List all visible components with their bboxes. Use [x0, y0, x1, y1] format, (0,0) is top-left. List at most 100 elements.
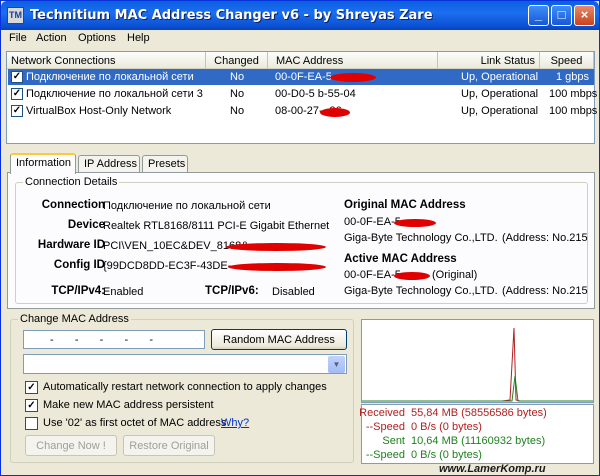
menu-help[interactable]: Help: [127, 32, 150, 44]
sent-spike: [362, 375, 593, 402]
connection-details-title: Connection Details: [23, 176, 120, 188]
auto-restart-checkbox[interactable]: ✓: [25, 381, 38, 394]
received-spike: [362, 327, 593, 402]
active-mac-suffix: (Original): [432, 269, 478, 281]
column-header-mac[interactable]: MAC Address: [268, 52, 438, 70]
use-02-label[interactable]: Use '02' as first octet of MAC address: [43, 417, 226, 429]
changed-value: No: [230, 105, 245, 117]
connection-name: VirtualBox Host-Only Network: [26, 105, 172, 117]
tab-presets[interactable]: Presets: [142, 155, 188, 173]
sent-speed-row: --Speed 0 B/s (0 bytes): [362, 449, 593, 462]
maximize-button[interactable]: □: [551, 5, 572, 26]
information-panel: Connection Details Connection Подключени…: [7, 172, 595, 309]
received-speed-value: 0 B/s (0 bytes): [411, 421, 482, 433]
mac-input-mask: - - - - -: [50, 334, 156, 346]
row-checkbox[interactable]: ✓: [11, 71, 23, 83]
device-label: Device: [67, 219, 105, 231]
menu-bar: File Action Options Help: [2, 30, 598, 48]
change-mac-title: Change MAC Address: [18, 313, 131, 325]
traffic-graph: [361, 319, 594, 403]
received-value: 55,84 MB (58556586 bytes): [411, 407, 547, 419]
sent-value: 10,64 MB (11160932 bytes): [411, 435, 546, 447]
column-header-connections[interactable]: Network Connections: [7, 52, 206, 70]
redaction-mark: [330, 73, 376, 82]
title-bar[interactable]: TM Technitium MAC Address Changer v6 - b…: [1, 1, 599, 30]
window-title: Technitium MAC Address Changer v6 - by S…: [30, 8, 433, 23]
sent-label: Sent: [382, 435, 405, 447]
device-value: Realtek RTL8168/8111 PCI-E Gigabit Ether…: [103, 220, 330, 232]
sent-speed-label: --Speed: [365, 449, 405, 461]
changed-value: No: [230, 88, 245, 100]
menu-action[interactable]: Action: [36, 32, 67, 44]
menu-file[interactable]: File: [9, 32, 27, 44]
minimize-button[interactable]: _: [528, 5, 549, 26]
app-window: TM Technitium MAC Address Changer v6 - b…: [0, 0, 600, 476]
row-checkbox[interactable]: ✓: [11, 105, 23, 117]
link-status-value: Up, Operational: [461, 105, 539, 117]
active-mac-title: Active MAC Address: [344, 253, 457, 265]
auto-restart-label[interactable]: Automatically restart network connection…: [43, 381, 327, 393]
traffic-graph-svg: [362, 327, 593, 402]
change-now-button[interactable]: Change Now !: [25, 435, 117, 456]
network-connections-list[interactable]: Network Connections Changed MAC Address …: [6, 51, 598, 144]
column-header-link-status[interactable]: Link Status: [438, 52, 540, 70]
column-header-changed[interactable]: Changed: [206, 52, 268, 70]
connection-details-group: Connection Details Connection Подключени…: [15, 176, 588, 304]
sent-row: Sent 10,64 MB (11160932 bytes): [362, 435, 593, 448]
table-row[interactable]: ✓ Подключение по локальной сети 3 No 00-…: [8, 86, 598, 102]
tab-ip-address[interactable]: IP Address: [78, 155, 140, 173]
speed-value: 100 mbps: [549, 105, 598, 117]
received-label: Received: [359, 407, 405, 419]
original-vendor-address: (Address: No.215: [502, 232, 588, 244]
original-vendor: Giga-Byte Technology Co.,LTD.: [344, 232, 498, 244]
received-row: Received 55,84 MB (58556586 bytes): [359, 407, 593, 420]
hardware-id-label: Hardware ID: [37, 239, 105, 251]
random-mac-button[interactable]: Random MAC Address: [211, 329, 347, 350]
connection-label: Connection: [41, 199, 105, 211]
connection-name: Подключение по локальной сети: [26, 71, 194, 83]
table-row[interactable]: ✓ VirtualBox Host-Only Network No 08-00-…: [8, 103, 598, 119]
use-02-checkbox[interactable]: [25, 417, 38, 430]
tab-information[interactable]: Information: [10, 153, 76, 174]
speed-value: 100 mbps: [549, 88, 598, 100]
app-icon: TM: [7, 7, 24, 24]
tcpipv6-value: Disabled: [272, 286, 315, 298]
redaction-mark: [226, 243, 326, 251]
menu-options[interactable]: Options: [78, 32, 116, 44]
config-id-label: Config ID: [53, 259, 105, 271]
row-checkbox[interactable]: ✓: [11, 88, 23, 100]
config-id-value: {99DCD8DD-EC3F-43DE-: [103, 260, 232, 272]
tcpipv6-label: TCP/IPv6:: [205, 285, 259, 297]
mac-value: 00-0F-EA-5: [275, 71, 332, 83]
close-button[interactable]: ×: [574, 5, 595, 26]
redaction-mark: [394, 219, 436, 227]
redaction-mark: [320, 108, 350, 117]
active-vendor: Giga-Byte Technology Co.,LTD.: [344, 285, 498, 297]
persistent-checkbox[interactable]: ✓: [25, 399, 38, 412]
restore-original-button[interactable]: Restore Original: [123, 435, 215, 456]
why-link[interactable]: Why?: [221, 417, 249, 429]
original-mac-title: Original MAC Address: [344, 199, 466, 211]
sent-speed-value: 0 B/s (0 bytes): [411, 449, 482, 461]
mac-value: 00-D0-5 b-55-04: [275, 88, 356, 100]
connection-name: Подключение по локальной сети 3: [26, 88, 203, 100]
site-watermark: www.LamerKomp.ru: [439, 463, 546, 475]
traffic-stats: Received 55,84 MB (58556586 bytes) --Spe…: [359, 404, 594, 464]
tcpipv4-value: Enabled: [103, 286, 144, 298]
vendor-dropdown[interactable]: ▼: [23, 354, 347, 374]
persistent-label[interactable]: Make new MAC address persistent: [43, 399, 214, 411]
mac-address-input[interactable]: - - - - -: [23, 330, 205, 349]
change-mac-group: Change MAC Address - - - - - Random MAC …: [10, 313, 354, 463]
chevron-down-icon[interactable]: ▼: [328, 356, 345, 373]
received-speed-row: --Speed 0 B/s (0 bytes): [362, 421, 593, 434]
changed-value: No: [230, 71, 245, 83]
column-header-speed[interactable]: Speed: [540, 52, 594, 70]
active-vendor-address: (Address: No.215: [502, 285, 588, 297]
tcpipv4-label: TCP/IPv4:: [51, 285, 105, 297]
link-status-value: Up, Operational: [461, 71, 539, 83]
redaction-mark: [394, 272, 430, 280]
link-status-value: Up, Operational: [461, 88, 539, 100]
redaction-mark: [228, 263, 326, 271]
table-row[interactable]: ✓ Подключение по локальной сети No 00-0F…: [8, 69, 594, 85]
received-speed-label: --Speed: [365, 421, 405, 433]
